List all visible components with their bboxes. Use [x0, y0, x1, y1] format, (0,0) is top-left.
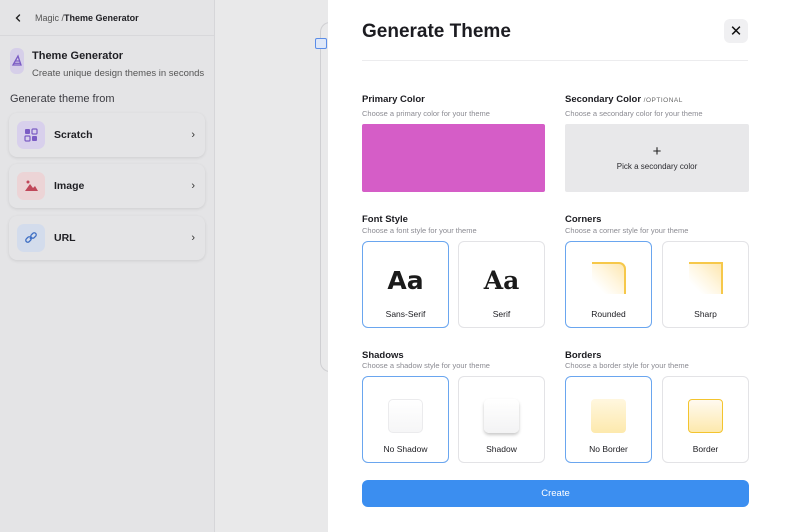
font-option-label: Serif	[492, 309, 511, 319]
plus-icon: +	[652, 143, 662, 160]
border-option-label: Border	[692, 444, 719, 454]
option-label: URL	[54, 232, 76, 244]
borders-subtitle: Choose a border style for your theme	[565, 361, 689, 370]
corners-subtitle: Choose a corner style for your theme	[565, 226, 689, 235]
option-url[interactable]: URL ›	[9, 216, 205, 260]
theme-generator-header: Theme Generator Create unique design the…	[0, 36, 214, 118]
sans-serif-sample: Aa	[387, 266, 424, 295]
chevron-right-icon: ›	[191, 180, 195, 192]
divider	[362, 60, 748, 61]
create-button[interactable]: Create	[362, 480, 749, 507]
chevron-right-icon: ›	[191, 232, 195, 244]
primary-color-swatch[interactable]	[362, 124, 545, 192]
link-icon	[17, 224, 45, 252]
shadow-option-label: Shadow	[486, 444, 517, 454]
no-shadow-preview	[388, 399, 423, 433]
pick-secondary-color-label: Pick a secondary color	[616, 162, 698, 171]
chevron-left-icon	[15, 13, 21, 22]
no-border-preview	[591, 399, 626, 433]
theme-generator-title: Theme Generator	[32, 50, 124, 62]
option-label: Scratch	[54, 129, 93, 141]
font-style-subtitle: Choose a font style for your theme	[362, 226, 477, 235]
background-handle	[315, 38, 327, 49]
shadows-heading: Shadows	[362, 350, 404, 361]
font-style-heading: Font Style	[362, 214, 408, 225]
close-button[interactable]: ✕	[724, 19, 748, 43]
border-option-label: No Border	[589, 444, 628, 454]
option-scratch[interactable]: Scratch ›	[9, 113, 205, 157]
shadows-subtitle: Choose a shadow style for your theme	[362, 361, 490, 370]
borders-heading: Borders	[565, 350, 602, 361]
optional-tag: /OPTIONAL	[643, 97, 683, 104]
create-button-label: Create	[541, 488, 570, 499]
image-icon	[17, 172, 45, 200]
generate-from-heading: Generate theme from	[10, 93, 115, 105]
primary-color-subtitle: Choose a primary color for your theme	[362, 109, 490, 118]
secondary-color-subtitle: Choose a secondary color for your theme	[565, 109, 703, 118]
secondary-color-heading: Secondary Color /OPTIONAL	[565, 94, 683, 105]
font-option-serif[interactable]: Aa Serif	[458, 241, 545, 328]
sharp-corner-preview	[689, 262, 723, 294]
corner-option-sharp[interactable]: Sharp	[662, 241, 749, 328]
shadow-option-shadow[interactable]: Shadow	[458, 376, 545, 463]
border-preview	[688, 399, 723, 433]
grid-icon	[17, 121, 45, 149]
breadcrumb-bar: Magic /Theme Generator	[0, 0, 214, 36]
corners-heading: Corners	[565, 214, 602, 225]
corner-option-label: Sharp	[694, 309, 717, 319]
shadow-option-label: No Shadow	[383, 444, 428, 454]
option-label: Image	[54, 180, 85, 192]
breadcrumb-current: Theme Generator	[64, 12, 139, 23]
serif-sample: Aa	[483, 266, 520, 295]
corner-option-label: Rounded	[591, 309, 626, 319]
magic-wand-icon	[10, 48, 24, 74]
breadcrumb: Magic /Theme Generator	[35, 13, 139, 23]
font-option-label: Sans-Serif	[385, 309, 426, 319]
primary-color-heading: Primary Color	[362, 94, 425, 105]
secondary-color-heading-text: Secondary Color	[565, 94, 642, 105]
modal-title: Generate Theme	[362, 21, 511, 42]
chevron-right-icon: ›	[191, 129, 195, 141]
shadow-option-none[interactable]: No Shadow	[362, 376, 449, 463]
theme-generator-subtitle: Create unique design themes in seconds	[32, 68, 205, 79]
breadcrumb-parent[interactable]: Magic	[35, 13, 59, 23]
option-image[interactable]: Image ›	[9, 164, 205, 208]
border-option-none[interactable]: No Border	[565, 376, 652, 463]
border-option-border[interactable]: Border	[662, 376, 749, 463]
left-panel: Magic /Theme Generator Theme Generator C…	[0, 0, 215, 532]
font-option-sans-serif[interactable]: Aa Sans-Serif	[362, 241, 449, 328]
corner-option-rounded[interactable]: Rounded	[565, 241, 652, 328]
pick-secondary-color-button[interactable]: + Pick a secondary color	[565, 124, 749, 192]
rounded-corner-preview	[592, 262, 626, 294]
generate-theme-modal: Generate Theme ✕ Primary Color Choose a …	[328, 0, 800, 532]
back-button[interactable]	[9, 9, 27, 27]
shadow-preview	[484, 399, 519, 433]
close-icon: ✕	[729, 23, 743, 40]
